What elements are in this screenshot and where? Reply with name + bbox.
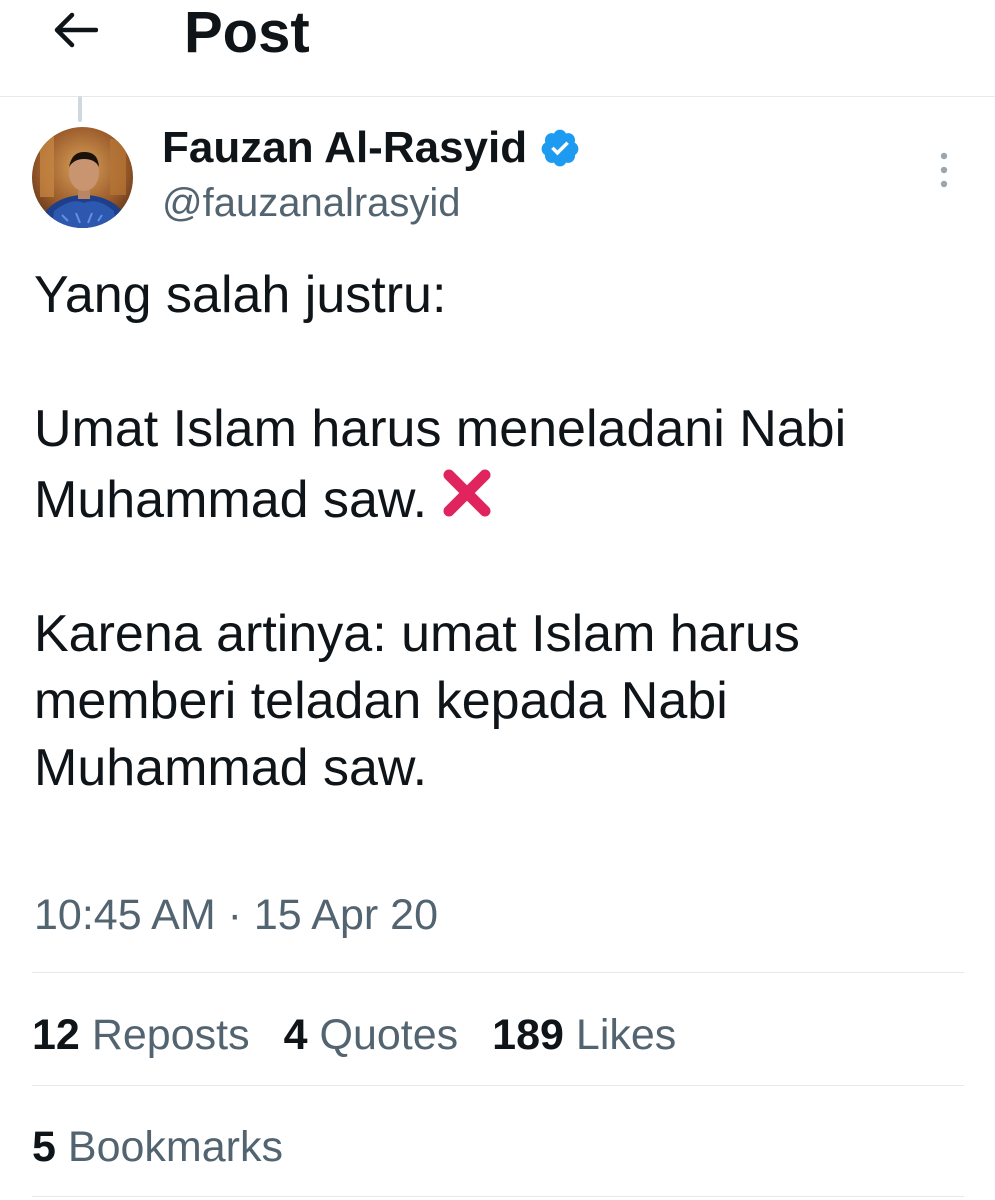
likes-label: Likes [575,1011,677,1059]
avatar[interactable] [32,127,133,228]
quotes-label: Quotes [319,1011,459,1059]
more-options-button[interactable] [926,148,962,192]
reposts-stat[interactable]: 12 Reposts [32,1008,250,1062]
likes-stat[interactable]: 189 Likes [492,1008,676,1062]
post-line: Muhammad saw. [34,471,428,529]
engagement-stats: 12 Reposts 4 Quotes 189 Likes [32,1008,710,1062]
likes-count: 189 [492,1011,564,1059]
post-line: Muhammad saw. [34,739,428,797]
avatar-image [32,127,133,228]
bookmarks-stat[interactable]: 5 Bookmarks [32,1120,317,1174]
divider [32,972,964,973]
quotes-count: 4 [283,1011,308,1059]
quotes-stat[interactable]: 4 Quotes [284,1008,459,1062]
bookmarks-label: Bookmarks [67,1123,283,1171]
author-name-row: Fauzan Al-Rasyid [162,122,581,174]
more-vertical-icon [940,152,948,188]
author-display-name[interactable]: Fauzan Al-Rasyid [162,122,527,174]
post-line: Umat Islam harus meneladani Nabi [34,400,847,458]
post-line: Karena artinya: umat Islam harus [34,605,800,663]
post-blank-line [34,534,969,601]
reposts-label: Reposts [91,1011,250,1059]
divider [32,1085,964,1086]
author-handle[interactable]: @fauzanalrasyid [162,178,461,228]
post-line: Yang salah justru: [34,266,447,324]
divider [32,1196,964,1197]
bookmarks-count: 5 [32,1123,56,1171]
cross-mark-emoji-icon [437,463,497,523]
thread-connector-line [78,96,82,122]
back-button[interactable] [40,2,110,58]
post-blank-line [34,329,969,396]
reposts-count: 12 [32,1011,80,1059]
post-body: Yang salah justru: Umat Islam harus mene… [34,262,969,802]
top-bar: Post [0,0,995,97]
post-timestamp[interactable]: 10:45 AM · 15 Apr 20 [34,890,438,940]
post-line-with-emoji: Muhammad saw. [34,463,969,534]
arrow-left-icon [54,12,98,48]
verified-badge-icon [539,127,581,169]
page-title: Post [184,0,310,65]
post-line: memberi teladan kepada Nabi [34,672,728,730]
